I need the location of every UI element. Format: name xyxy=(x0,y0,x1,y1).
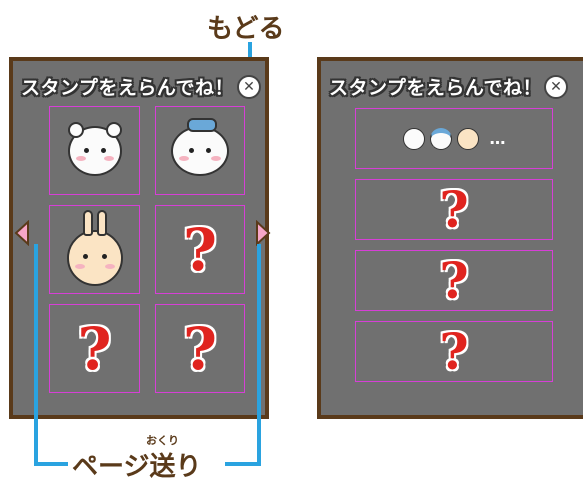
sticker-panel-list: スタンプをえらんでね！ ✕ … ? ? ? xyxy=(317,57,583,419)
close-icon: ✕ xyxy=(550,79,562,95)
sticker-cell-rabbit[interactable] xyxy=(49,205,140,294)
page-turn-callout-line-left xyxy=(34,244,38,466)
white-bear-icon xyxy=(67,121,122,176)
panel-title: スタンプをえらんでね！ xyxy=(21,77,234,99)
sticker-row-locked[interactable]: ? xyxy=(355,250,553,311)
question-mark-icon: ? xyxy=(439,251,469,310)
sticker-row-locked[interactable]: ? xyxy=(355,179,553,240)
back-label: もどる xyxy=(207,14,285,44)
white-bear-icon xyxy=(402,127,425,150)
panel-title: スタンプをえらんでね！ xyxy=(329,77,542,99)
close-icon: ✕ xyxy=(243,79,255,95)
sticker-cell-blue-bow-bear[interactable] xyxy=(155,106,245,195)
sticker-cell-locked[interactable]: ? xyxy=(49,304,140,393)
sticker-panel-grid: スタンプをえらんでね！ ✕ ? ? ? xyxy=(9,57,269,419)
close-button[interactable]: ✕ xyxy=(237,75,261,99)
blue-bow-bear-icon xyxy=(171,117,229,176)
question-mark-icon: ? xyxy=(439,322,469,381)
sticker-row-unlocked[interactable]: … xyxy=(355,108,553,169)
page-turn-callout-line-bottom-left xyxy=(34,462,68,466)
page-turn-callout-line-bottom-right xyxy=(225,462,261,466)
close-button[interactable]: ✕ xyxy=(544,75,568,99)
blue-bow-bear-icon xyxy=(429,127,452,150)
more-ellipsis: … xyxy=(489,129,506,148)
chevron-left-icon xyxy=(14,220,29,246)
rabbit-icon xyxy=(66,209,123,286)
rabbit-icon xyxy=(456,127,479,150)
sticker-cell-locked[interactable]: ? xyxy=(155,304,245,393)
question-mark-icon: ? xyxy=(77,314,112,383)
question-mark-icon: ? xyxy=(183,215,217,284)
sticker-cell-white-bear[interactable] xyxy=(49,106,140,195)
next-page-button[interactable] xyxy=(255,220,271,246)
page-turn-callout-line-right xyxy=(257,244,261,466)
sticker-cell-locked[interactable]: ? xyxy=(155,205,245,294)
chevron-right-icon xyxy=(256,220,271,246)
sticker-row-locked[interactable]: ? xyxy=(355,321,553,382)
question-mark-icon: ? xyxy=(439,180,469,239)
question-mark-icon: ? xyxy=(183,314,217,383)
prev-page-button[interactable] xyxy=(14,220,30,246)
page-turn-label: ページ送り xyxy=(72,452,202,482)
